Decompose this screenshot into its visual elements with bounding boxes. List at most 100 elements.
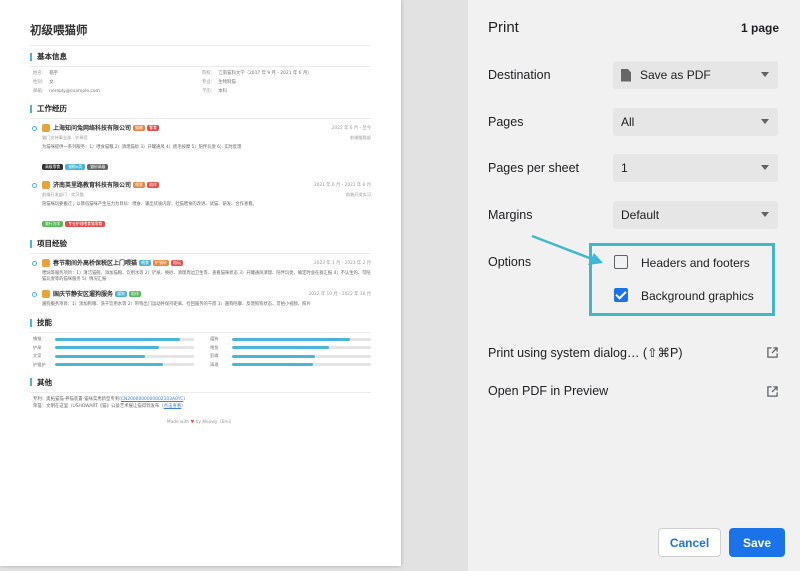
options-label: Options	[488, 255, 532, 269]
job-role: 前端开发部门 · 实习猫	[42, 192, 84, 197]
company-name: 上海知问兔网络科技有限公司	[53, 125, 132, 132]
basic-field: 性别: 女	[33, 79, 202, 85]
skill-bar-fill	[232, 337, 351, 341]
skill-bar-fill	[55, 363, 164, 366]
pages-select[interactable]: All	[613, 108, 778, 136]
field-key: 院校:	[202, 71, 213, 76]
job-entry: 上海知问兔网络科技有限公司 猫粮 零食 2022 年 6 月 - 至今 猫门支持事业部…	[30, 123, 371, 172]
skill-bar-track	[232, 346, 371, 349]
skill-item: 文案	[33, 353, 194, 359]
open-preview-text: Open PDF in Preview	[488, 384, 609, 398]
job-department: 前端开发实习	[345, 192, 371, 197]
basic-field: 学历: 本科	[202, 88, 371, 94]
destination-select[interactable]: Save as PDF	[613, 61, 778, 89]
system-dialog-text: Print using system dialog… (⇧⌘P)	[488, 346, 683, 360]
chip-row: 高级零食 猫粮A类 猫砂高级	[42, 153, 371, 172]
chip-row: 猫行为学 专业护理喂食猫零食	[42, 210, 371, 229]
footer-prefix: Made with	[166, 419, 190, 425]
skill-name: 铲屎	[33, 344, 42, 350]
field-key: 邮箱:	[33, 89, 44, 94]
background-graphics-checkbox[interactable]	[614, 288, 628, 302]
print-preview-area: 初级喂猫师 基本信息 姓名: 貓宇 院校: 江南猫科大学（2017 年 9 月 - …	[0, 0, 468, 571]
skill-bar-fill	[55, 354, 146, 358]
field-key: 性别:	[33, 80, 44, 85]
pages-value: All	[621, 115, 635, 129]
resume-name: 初级喂猫师	[30, 23, 88, 37]
project-description: 遛狗服务项目：1）添加狗粮、洗干饮用水等 2）带狗出门运动并保持距离、捡回服务的…	[42, 302, 311, 307]
skill-item: 喂鱼	[210, 345, 371, 351]
project-name: 春节期间外高桥保税区上门喂猫	[53, 260, 138, 267]
skill-name: 文案	[33, 353, 42, 358]
skill-item: 清理	[210, 362, 371, 368]
headers-footers-label[interactable]: Headers and footers	[641, 256, 750, 270]
basic-info-grid: 姓名: 貓宇 院校: 江南猫科大学（2017 年 9 月 - 2021 年 6 月）…	[33, 70, 371, 94]
company-name: 济南英里路教育科技有限公司	[53, 182, 132, 189]
project-logo-icon	[42, 258, 50, 267]
project-tag: 陪玩	[171, 259, 184, 266]
pages-label: Pages	[488, 115, 524, 129]
skill-item: 铲屎	[33, 345, 194, 351]
cancel-button[interactable]: Cancel	[658, 528, 721, 557]
skill-item: 撸猫	[33, 336, 194, 342]
project-entry: 国庆节静安区遛狗服务 遛狗 陪伴 2022 年 10 月 - 2022 年 10 月 …	[30, 289, 371, 308]
field-key: 专业:	[202, 80, 213, 85]
field-value: 本科	[218, 89, 228, 94]
job-tag: 零食	[147, 124, 160, 131]
divider	[30, 118, 371, 119]
skill-bar-track	[55, 337, 194, 341]
heart-icon: ♥	[190, 419, 195, 425]
job-header: 济南英里路教育科技有限公司 喂食 陪伴 2021 年 6 月 - 2022 年 6 月	[42, 180, 371, 189]
destination-label: Destination	[488, 68, 551, 82]
background-graphics-label[interactable]: Background graphics	[641, 289, 754, 303]
resume-footer: Made with ♥ by Meowy（Emi）	[30, 419, 371, 425]
field-value: 貓宇	[49, 71, 59, 76]
skill-bar-track	[55, 354, 194, 358]
honor-text: 荣誉：文明在这里（USHOWART《猫》公益艺术展让猫得到发布	[33, 403, 160, 409]
job-subline: 前端开发部门 · 实习猫 前端开发实习	[42, 192, 371, 198]
divider	[30, 66, 371, 67]
project-date: 2023 年 1 月 - 2023 年 2 月	[313, 260, 371, 266]
section-label: 项目经验	[37, 239, 67, 248]
skill-chip: 猫粮A类	[65, 164, 86, 170]
section-label: 其他	[37, 377, 52, 387]
timeline-dot	[32, 126, 37, 131]
field-value: noreply@example.com	[49, 89, 100, 94]
skill-bar-track	[232, 354, 371, 358]
job-tag: 陪伴	[147, 181, 160, 188]
skill-name: 护猫护	[33, 361, 46, 367]
skill-name: 遛狗	[210, 336, 219, 341]
skill-item: 剪辑	[210, 353, 371, 359]
work-list: 上海知问兔网络科技有限公司 猫粮 零食 2022 年 6 月 - 至今 猫门支持事业部…	[30, 123, 371, 229]
project-description: 喂饲等服务项目：1）清洁猫碗、添加猫粮、饮用水等 2）铲屎、换砂、清理周边卫生等…	[42, 271, 371, 282]
section-bar	[30, 104, 32, 113]
patent-link[interactable]: CN2000000000002103A0YC	[121, 397, 183, 402]
project-tag: 陪伴	[129, 290, 142, 297]
project-header: 国庆节静安区遛狗服务 遛狗 陪伴 2022 年 10 月 - 2022 年 10 月	[42, 289, 371, 298]
project-tag: 喂食	[139, 259, 152, 266]
section-label: 基本信息	[37, 52, 67, 61]
job-date: 2022 年 6 月 - 至今	[331, 125, 371, 131]
skill-bar-fill	[232, 363, 313, 366]
pages-per-sheet-select[interactable]: 1	[613, 154, 778, 182]
section-projects-title: 项目经验	[30, 238, 371, 249]
system-dialog-link[interactable]: Print using system dialog… (⇧⌘P)	[488, 345, 778, 360]
skill-bar-fill	[232, 346, 330, 349]
honor-link[interactable]: 点击查看	[164, 404, 182, 409]
skills-grid: 撸猫 遛狗 铲屎 喂鱼 文案 剪辑 护猫护 清理	[33, 336, 371, 368]
margins-select[interactable]: Default	[613, 201, 778, 229]
pages-per-sheet-label: Pages per sheet	[488, 161, 580, 175]
skill-chip: 专业护理喂食猫零食	[65, 221, 106, 227]
save-button[interactable]: Save	[729, 528, 785, 557]
chevron-down-icon	[761, 165, 769, 170]
patent-line: 专利：奥拓猫猫·养猫装置·猫咪实用新型专利(CN2000000000002103…	[33, 396, 186, 402]
pages-per-sheet-value: 1	[621, 161, 628, 175]
open-preview-link[interactable]: Open PDF in Preview	[488, 384, 778, 398]
honor-line: 荣誉：文明在这里（USHOWART《猫》公益艺术展让猫得到发布（点击查看）	[33, 403, 186, 409]
headers-footers-checkbox[interactable]	[614, 255, 628, 269]
section-bar	[30, 378, 32, 386]
project-header: 春节期间外高桥保税区上门喂猫 喂食 铲猫砂 陪玩 2023 年 1 月 - 2023 年…	[42, 258, 371, 267]
external-link-icon	[767, 347, 778, 358]
project-date: 2022 年 10 月 - 2022 年 10 月	[308, 291, 371, 297]
field-key: 学历:	[202, 89, 213, 94]
project-entry: 春节期间外高桥保税区上门喂猫 喂食 铲猫砂 陪玩 2023 年 1 月 - 2023 年…	[30, 258, 371, 283]
